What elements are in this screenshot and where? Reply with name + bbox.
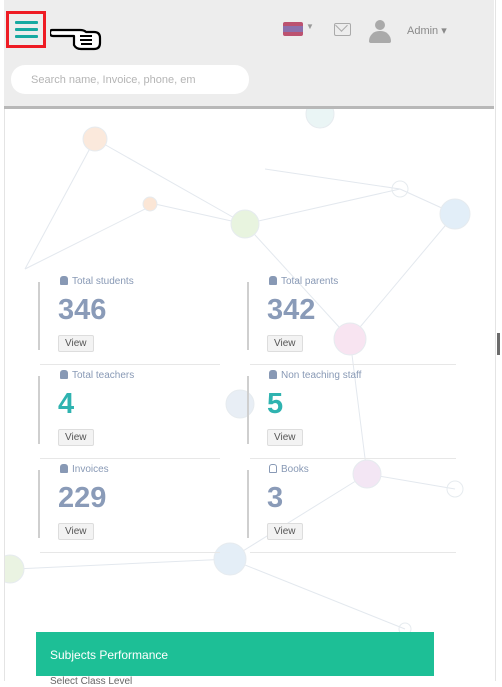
- pointing-hand-icon: [50, 28, 102, 51]
- row-divider: [250, 364, 456, 365]
- scrollbar-handle[interactable]: [497, 333, 500, 355]
- stat-value: 3: [267, 482, 284, 514]
- subjects-performance-header: Subjects Performance: [36, 632, 434, 676]
- search-input[interactable]: [11, 65, 249, 94]
- select-class-level-label: Select Class Level: [50, 676, 133, 687]
- card-divider: [247, 470, 249, 538]
- stat-card-books: Books 3 View: [247, 460, 427, 546]
- avatar-body: [369, 31, 391, 43]
- card-divider: [247, 376, 249, 444]
- card-divider: [38, 376, 40, 444]
- view-students-button[interactable]: View: [58, 335, 94, 352]
- stat-card-total-students: Total students 346 View: [38, 272, 218, 358]
- chevron-down-icon[interactable]: ▼: [306, 22, 314, 31]
- view-invoices-button[interactable]: View: [58, 523, 94, 540]
- stat-value: 229: [58, 482, 107, 514]
- card-divider: [38, 282, 40, 350]
- stat-label: Total students: [60, 276, 134, 287]
- stat-value: 342: [267, 294, 316, 326]
- view-staff-button[interactable]: View: [267, 429, 303, 446]
- stat-card-invoices: Invoices 229 View: [38, 460, 218, 546]
- view-parents-button[interactable]: View: [267, 335, 303, 352]
- user-name-label: Admin: [407, 25, 439, 37]
- stat-label: Total teachers: [60, 370, 134, 381]
- card-divider: [38, 470, 40, 538]
- user-icon: [60, 370, 68, 379]
- row-divider: [250, 552, 456, 553]
- mail-icon[interactable]: [334, 23, 351, 36]
- menu-line: [14, 21, 38, 24]
- avatar-head: [375, 20, 385, 30]
- stat-label: Books: [269, 464, 309, 475]
- stat-value: 4: [58, 388, 75, 420]
- flag-icon[interactable]: [283, 22, 303, 36]
- stat-label: Non teaching staff: [269, 370, 361, 381]
- user-icon: [60, 276, 68, 285]
- card-divider: [247, 282, 249, 350]
- view-books-button[interactable]: View: [267, 523, 303, 540]
- stat-label: Total parents: [269, 276, 338, 287]
- user-menu[interactable]: Admin ▾: [407, 24, 447, 37]
- invoice-icon: [60, 464, 68, 473]
- user-icon[interactable]: [369, 20, 391, 44]
- menu-line: [14, 28, 38, 31]
- row-divider: [250, 458, 456, 459]
- stat-value: 5: [267, 388, 284, 420]
- stat-value: 346: [58, 294, 107, 326]
- panel-title: Subjects Performance: [50, 648, 169, 662]
- menu-line: [14, 35, 38, 38]
- hamburger-menu-button[interactable]: [6, 11, 46, 48]
- row-divider: [40, 552, 220, 553]
- stat-card-total-teachers: Total teachers 4 View: [38, 366, 218, 452]
- stat-card-total-parents: Total parents 342 View: [247, 272, 427, 358]
- row-divider: [40, 364, 220, 365]
- view-teachers-button[interactable]: View: [58, 429, 94, 446]
- stat-card-non-teaching-staff: Non teaching staff 5 View: [247, 366, 427, 452]
- stat-label: Invoices: [60, 464, 109, 475]
- user-icon: [269, 276, 277, 285]
- row-divider: [40, 458, 220, 459]
- user-icon: [269, 370, 277, 379]
- book-icon: [269, 464, 277, 473]
